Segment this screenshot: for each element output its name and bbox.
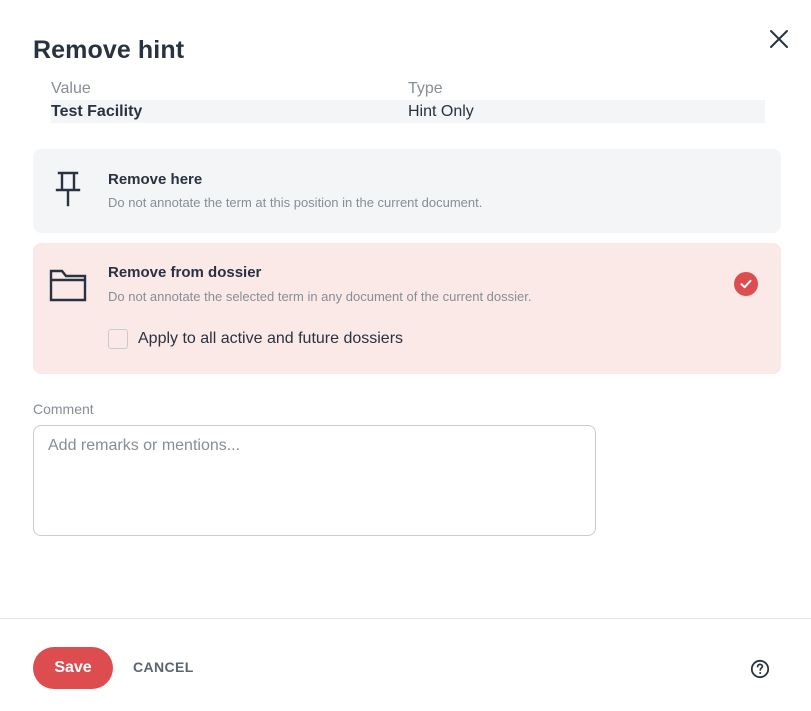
column-header-type: Type [408,80,443,97]
folder-icon [49,265,87,305]
table-header: Value Type [51,78,765,100]
apply-all-dossiers-checkbox[interactable] [108,329,128,349]
save-button[interactable]: Save [33,647,113,689]
help-circle-icon [750,659,769,678]
footer-divider [0,618,811,619]
comment-input[interactable] [33,425,596,536]
column-header-value: Value [51,80,91,97]
dialog-title: Remove hint [33,36,185,64]
comment-label: Comment [33,401,94,417]
remove-from-dossier-description: Do not annotate the selected term in any… [108,289,532,304]
hint-type-cell: Hint Only [408,102,474,120]
remove-from-dossier-option[interactable]: Remove from dossier Do not annotate the … [33,243,781,374]
table-row: Test Facility Hint Only [51,100,765,123]
remove-here-option[interactable]: Remove here Do not annotate the term at … [33,149,781,233]
close-button[interactable] [766,26,792,52]
remove-here-title: Remove here [108,171,203,188]
pin-icon [49,169,87,209]
apply-all-dossiers-label: Apply to all active and future dossiers [138,330,404,347]
remove-here-description: Do not annotate the term at this positio… [108,195,483,210]
remove-from-dossier-title: Remove from dossier [108,264,262,281]
hint-info-table: Value Type Test Facility Hint Only [51,78,765,123]
close-icon [770,30,788,48]
cancel-button[interactable]: CANCEL [133,659,194,675]
apply-all-dossiers-row[interactable]: Apply to all active and future dossiers [108,329,403,349]
hint-value-cell: Test Facility [51,102,143,120]
help-button[interactable] [749,658,770,679]
selected-check-icon [734,272,758,296]
